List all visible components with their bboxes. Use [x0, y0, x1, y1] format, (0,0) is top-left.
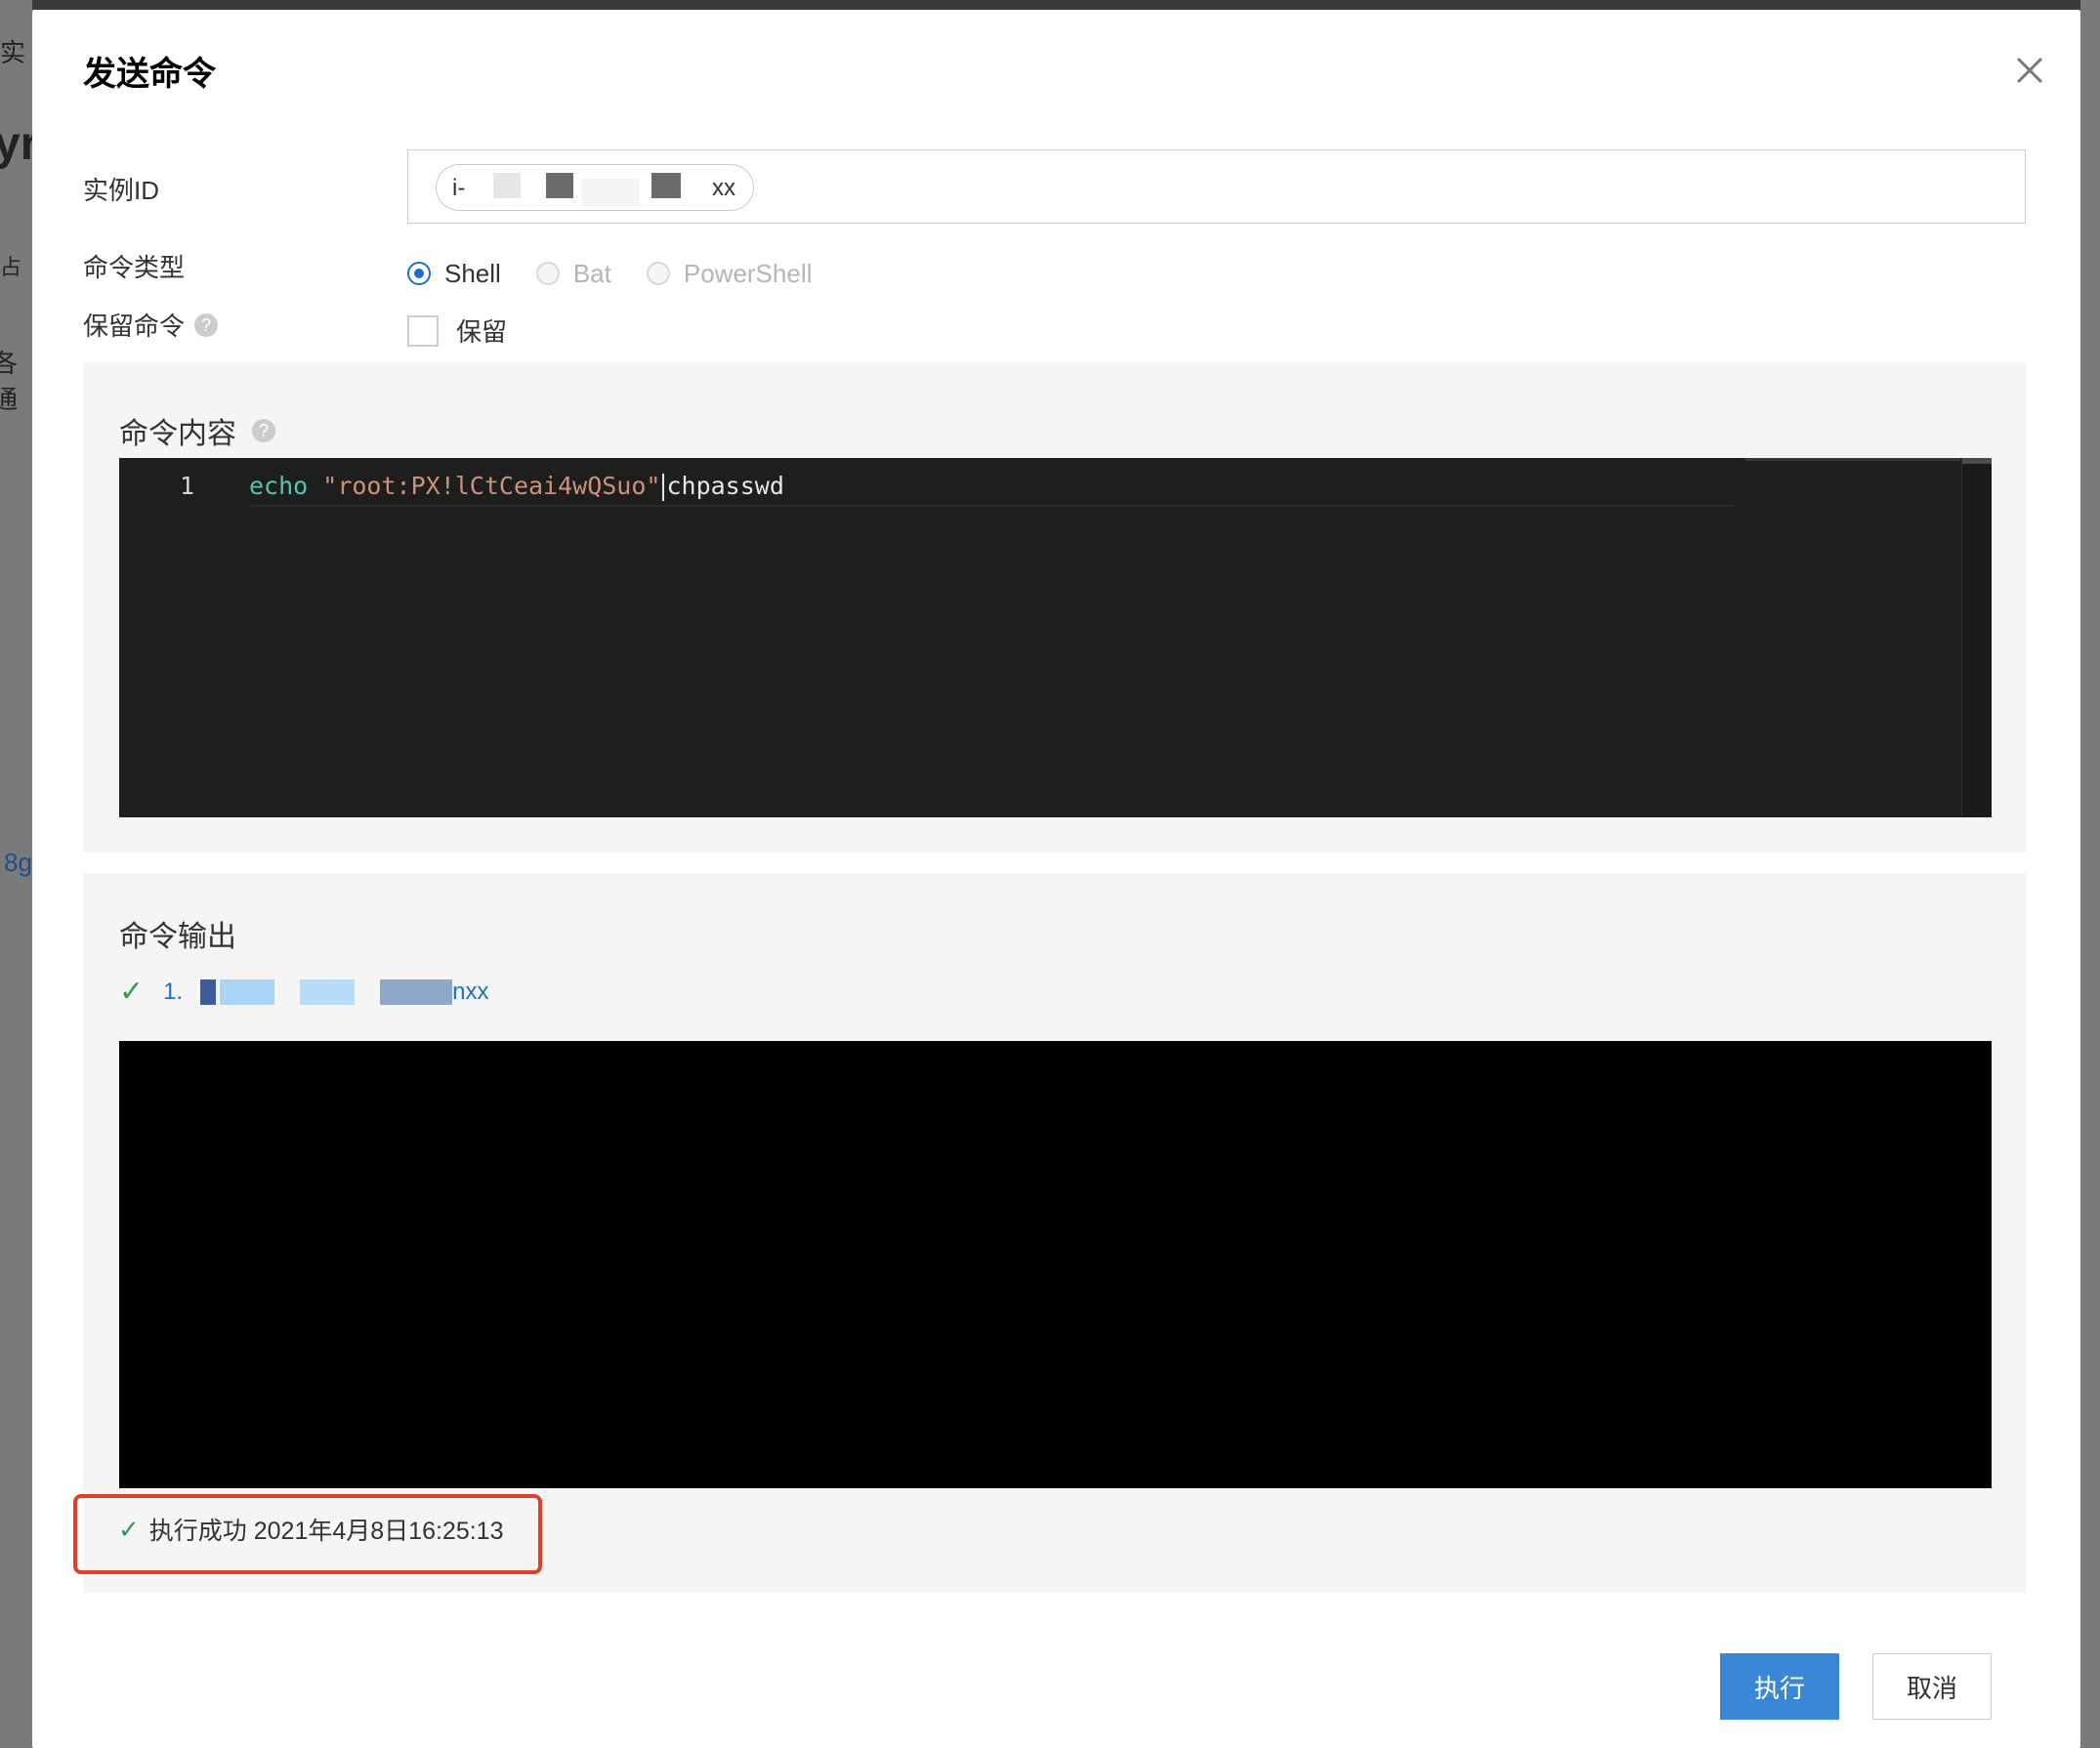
keep-checkbox[interactable] — [407, 314, 439, 347]
instance-tag[interactable]: i- xx — [436, 164, 754, 211]
radio-label: Bat — [572, 258, 611, 288]
code-editor[interactable]: 1 echo "root:PX!lCtCeai4wQSuo" chpasswd — [119, 458, 1992, 817]
editor-scrollbar[interactable] — [1961, 458, 1992, 817]
output-instance-item[interactable]: ✓ 1. nxx — [119, 975, 489, 1009]
scrollbar-thumb[interactable] — [1962, 458, 1992, 464]
background-right-edge — [2080, 0, 2100, 1748]
instance-tag-suffix: xx — [712, 175, 735, 201]
cancel-button[interactable]: 取消 — [1872, 1653, 1992, 1720]
send-command-dialog: 发送命令 实例ID i- xx 命令类型 Shell Bat PowerShel… — [32, 10, 2080, 1748]
current-line-highlight — [249, 505, 1734, 507]
text-cursor — [662, 474, 665, 501]
output-item-suffix: nxx — [452, 978, 489, 1005]
command-content-title-row: 命令内容 ? — [119, 409, 275, 452]
radio-powershell[interactable]: PowerShell — [646, 258, 813, 289]
bg-fragment: 占 — [0, 255, 22, 279]
redaction-mask — [380, 978, 453, 1005]
line-number: 1 — [180, 472, 195, 500]
redaction-mask — [300, 978, 356, 1005]
redaction-mask — [651, 173, 681, 198]
bg-fragment: 8g — [4, 848, 32, 877]
instance-tag-prefix: i- — [452, 175, 466, 201]
redaction-mask — [493, 173, 521, 198]
redaction-mask — [581, 179, 640, 206]
execute-button[interactable]: 执行 — [1720, 1653, 1839, 1720]
command-type-label: 命令类型 — [83, 253, 186, 282]
command-output-title: 命令输出 — [119, 921, 236, 953]
instance-id-label: 实例ID — [83, 176, 160, 205]
radio-bat[interactable]: Bat — [535, 258, 611, 289]
command-type-radio-group: Shell Bat PowerShell — [407, 254, 847, 293]
execution-status: ✓ 执行成功 2021年4月8日16:25:13 — [118, 1512, 503, 1547]
bg-fragment: 各通 — [0, 349, 19, 414]
minimap — [1745, 458, 1960, 461]
radio-label: Shell — [444, 258, 501, 288]
dialog-title: 发送命令 — [83, 56, 216, 93]
redaction-mask — [220, 978, 275, 1005]
check-icon: ✓ — [118, 1514, 140, 1544]
keep-checkbox-label: 保留 — [456, 317, 508, 347]
help-icon[interactable]: ? — [194, 312, 219, 337]
radio-label: PowerShell — [683, 258, 813, 288]
keep-command-checkbox-row: 保留 — [407, 312, 507, 349]
code-string: "root:PX!lCtCeai4wQSuo" — [322, 472, 661, 500]
close-icon — [2016, 57, 2043, 84]
keep-command-label-row: 保留命令 ? — [83, 307, 219, 343]
keep-command-label: 保留命令 — [83, 312, 186, 341]
radio-shell[interactable]: Shell — [407, 259, 501, 289]
radio-unchecked-icon — [646, 262, 670, 285]
output-terminal — [119, 1041, 1992, 1488]
radio-checked-icon — [407, 262, 431, 285]
check-icon: ✓ — [119, 976, 145, 1008]
code-rest: chpasswd — [666, 472, 784, 500]
radio-unchecked-icon — [535, 262, 560, 285]
code-line[interactable]: echo "root:PX!lCtCeai4wQSuo" chpasswd — [249, 472, 784, 501]
redaction-mask — [546, 173, 573, 198]
instance-id-field[interactable]: i- xx — [407, 149, 2026, 224]
close-button[interactable] — [2008, 49, 2051, 92]
output-item-index: 1. — [163, 978, 184, 1005]
execution-status-text: 执行成功 2021年4月8日16:25:13 — [148, 1518, 504, 1545]
bg-fragment: 实 — [0, 38, 26, 67]
command-content-title: 命令内容 — [119, 418, 236, 450]
code-keyword: echo — [249, 472, 309, 500]
redaction-mask — [200, 978, 217, 1005]
help-icon[interactable]: ? — [252, 419, 275, 442]
background-left-edge: 实 yr 占 各通 8g — [0, 0, 38, 1748]
